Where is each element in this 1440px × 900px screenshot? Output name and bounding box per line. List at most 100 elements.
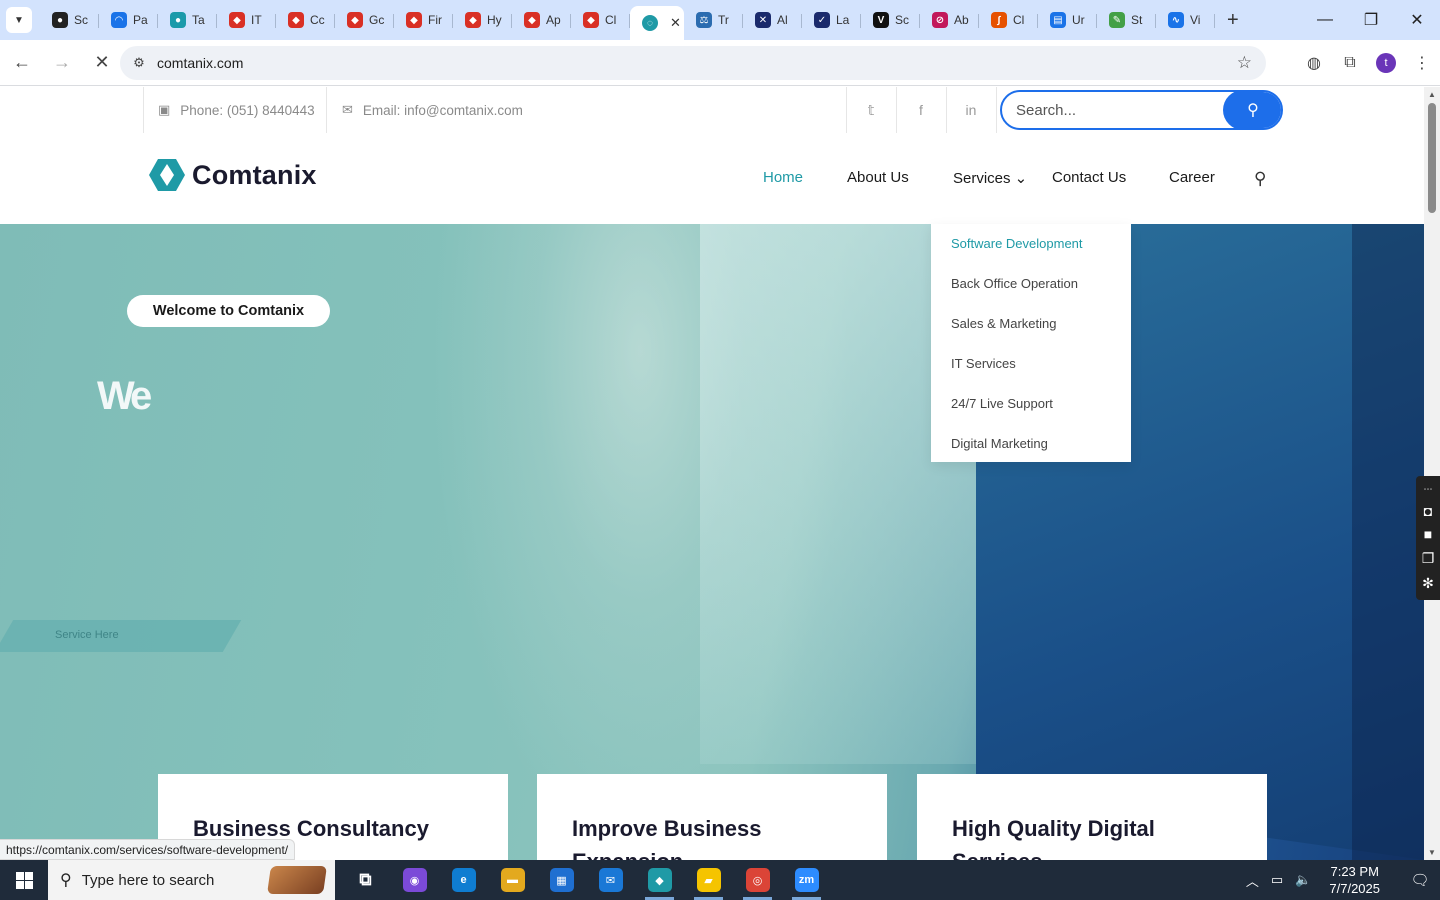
browser-tab[interactable]: ✓ La <box>802 4 861 36</box>
taskbar-app-comtanix-app[interactable]: ◆ <box>635 860 684 900</box>
browser-tab[interactable]: ∿ Vi <box>1156 4 1215 36</box>
dropdown-item-digital-marketing[interactable]: Digital Marketing <box>951 436 1048 451</box>
browser-tab[interactable]: ▤ Ur <box>1038 4 1097 36</box>
browser-tab-active[interactable]: ◌ ✕ <box>630 6 684 40</box>
nav-services[interactable]: Services ⌄ <box>953 169 1027 187</box>
browser-tab[interactable]: ◆ Ap <box>512 4 571 36</box>
tab-title: Pa <box>133 13 148 27</box>
taskbar-app-sticky-notes[interactable]: ▰ <box>684 860 733 900</box>
new-tab-button[interactable]: + <box>1227 9 1239 32</box>
volume-icon[interactable]: 🔈 <box>1295 872 1311 888</box>
phone-info[interactable]: ▣ Phone: (051) 8440443 <box>158 87 315 133</box>
browser-tab-strip: ▼ ● Sc ◠ Pa ● Ta ◆ IT ◆ Cc ◆ Gc ◆ Fir ◆ Hy ◆ Ap ◆ Cl ◌ ✕ ⚖ Tr ✕ A… <box>0 0 1440 40</box>
tab-search-button[interactable]: ▼ <box>6 7 32 33</box>
forward-button[interactable]: → <box>44 45 80 81</box>
nav-career[interactable]: Career <box>1169 169 1215 186</box>
start-button[interactable] <box>0 860 48 900</box>
browser-tab[interactable]: ● Sc <box>40 4 99 36</box>
taskbar-app-file-explorer[interactable]: ▬ <box>488 860 537 900</box>
feature-card-title: High Quality Digital Services <box>952 816 1155 860</box>
email-info[interactable]: ✉ Email: info@comtanix.com <box>342 87 523 133</box>
tab-favicon-icon: ▤ <box>1050 12 1066 28</box>
dropdown-item-software-development[interactable]: Software Development <box>951 236 1083 251</box>
taskbar-app-copilot[interactable]: ◉ <box>390 860 439 900</box>
dropdown-item-it-services[interactable]: IT Services <box>951 356 1016 371</box>
browser-tab[interactable]: ◆ Cl <box>571 4 630 36</box>
nav-about-us[interactable]: About Us <box>847 169 909 186</box>
site-search-button[interactable]: ⚲ <box>1223 92 1281 128</box>
browser-tab[interactable]: ⚖ Tr <box>684 4 743 36</box>
service-button-label[interactable]: Service Here <box>55 629 119 641</box>
windows-taskbar: ⚲ Type here to search ⧉ ◉ e ▬ ▦ ✉ ◆ ▰ ◎ zm ︿ ▭ 🔈 … <box>0 860 1440 900</box>
browser-tab[interactable]: ◆ Cc <box>276 4 335 36</box>
nav-search-icon[interactable]: ⚲ <box>1254 169 1266 189</box>
taskbar-app-zoom[interactable]: zm <box>782 860 831 900</box>
restore-button[interactable]: ❐ <box>1348 0 1394 40</box>
taskbar-app-task-view[interactable]: ⧉ <box>341 860 390 900</box>
close-window-button[interactable]: ✕ <box>1394 0 1440 40</box>
browser-tab[interactable]: ⊘ Ab <box>920 4 979 36</box>
tab-title: Ta <box>192 13 205 27</box>
url-text: comtanix.com <box>157 55 244 71</box>
more-icon[interactable]: ⋯ <box>1424 484 1433 495</box>
browser-tab[interactable]: ◆ Gc <box>335 4 394 36</box>
scrollbar-thumb[interactable] <box>1428 103 1436 213</box>
extensions-icon[interactable]: ⧉ <box>1332 54 1368 72</box>
nav-home[interactable]: Home <box>763 169 803 186</box>
minimize-button[interactable]: — <box>1302 0 1348 40</box>
twitter-icon[interactable]: 𝕥 <box>846 87 896 133</box>
toolbar-actions: ◍ ⧉ t ⋮ <box>1296 40 1440 86</box>
browser-tab[interactable]: ◆ IT <box>217 4 276 36</box>
browser-tab[interactable]: ∫ Cl <box>979 4 1038 36</box>
page-scrollbar[interactable]: ▲ ▼ <box>1424 87 1440 860</box>
site-logo[interactable]: Comtanix <box>148 157 317 193</box>
browser-tab[interactable]: V Sc <box>861 4 920 36</box>
camera-icon[interactable]: ◘ <box>1424 503 1432 519</box>
divider <box>996 87 997 133</box>
settings-gear-icon[interactable]: ✻ <box>1422 575 1434 592</box>
taskbar-app-edge[interactable]: e <box>439 860 488 900</box>
clock-date: 7/7/2025 <box>1329 881 1380 896</box>
tab-favicon-icon: ⊘ <box>932 12 948 28</box>
back-button[interactable]: ← <box>4 45 40 81</box>
translate-icon[interactable]: ◍ <box>1296 53 1332 73</box>
browser-tab[interactable]: ● Ta <box>158 4 217 36</box>
site-info-icon[interactable]: ⚙ <box>124 55 154 71</box>
tab-close-icon[interactable]: ✕ <box>670 15 681 31</box>
scroll-up-arrow-icon[interactable]: ▲ <box>1424 90 1440 99</box>
tab-title: Cl <box>605 13 617 27</box>
tab-favicon-icon: ◠ <box>111 12 127 28</box>
browser-tab[interactable]: ✕ Al <box>743 4 802 36</box>
dropdown-item-live-support[interactable]: 24/7 Live Support <box>951 396 1053 411</box>
video-icon[interactable]: ■ <box>1424 526 1432 542</box>
service-button-bg[interactable] <box>0 620 242 652</box>
profile-avatar[interactable]: t <box>1376 53 1396 73</box>
site-search-input[interactable] <box>1016 101 1216 119</box>
notification-center-icon[interactable]: 🗨 <box>1400 860 1440 900</box>
browser-tab[interactable]: ◠ Pa <box>99 4 158 36</box>
window-capture-icon[interactable]: ❐ <box>1422 550 1435 567</box>
dropdown-item-sales-marketing[interactable]: Sales & Marketing <box>951 316 1057 331</box>
facebook-icon[interactable]: f <box>896 87 946 133</box>
browser-menu-icon[interactable]: ⋮ <box>1404 53 1440 73</box>
tab-favicon-icon: ● <box>170 12 186 28</box>
main-navigation: Comtanix Home About Us Services ⌄ Contac… <box>0 133 1424 224</box>
browser-tab[interactable]: ◆ Hy <box>453 4 512 36</box>
taskbar-app-mail[interactable]: ✉ <box>586 860 635 900</box>
stop-loading-button[interactable]: ✕ <box>84 45 120 81</box>
taskbar-app-store[interactable]: ▦ <box>537 860 586 900</box>
nav-contact-us[interactable]: Contact Us <box>1052 169 1126 186</box>
scroll-down-arrow-icon[interactable]: ▼ <box>1424 848 1440 857</box>
network-icon[interactable]: ▭ <box>1271 872 1283 888</box>
taskbar-clock[interactable]: 7:23 PM 7/7/2025 <box>1323 863 1386 897</box>
linkedin-icon[interactable]: in <box>946 87 996 133</box>
dropdown-item-back-office[interactable]: Back Office Operation <box>951 276 1078 291</box>
taskbar-search[interactable]: ⚲ Type here to search <box>48 860 335 900</box>
browser-tab[interactable]: ◆ Fir <box>394 4 453 36</box>
address-bar[interactable]: ⚙ comtanix.com ☆ <box>120 46 1266 80</box>
taskbar-app-chrome[interactable]: ◎ <box>733 860 782 900</box>
divider <box>143 87 144 133</box>
browser-tab[interactable]: ✎ St <box>1097 4 1156 36</box>
bookmark-star-icon[interactable]: ☆ <box>1237 53 1252 73</box>
tray-overflow-chevron-icon[interactable]: ︿ <box>1246 871 1259 890</box>
